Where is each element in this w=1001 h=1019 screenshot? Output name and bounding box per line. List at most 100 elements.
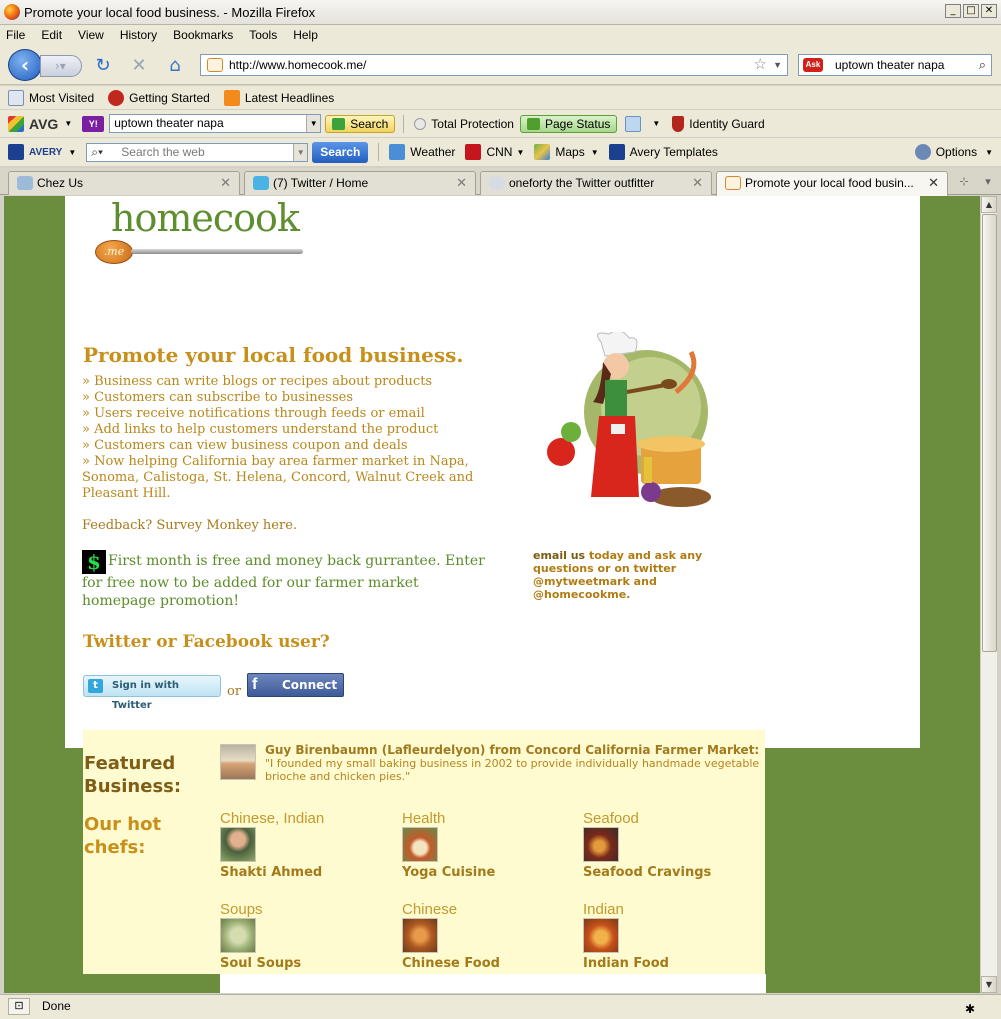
chef-name[interactable]: Indian Food: [583, 956, 763, 971]
bookmark-star-icon[interactable]: ☆: [754, 55, 767, 75]
all-tabs-icon[interactable]: ▾: [976, 171, 1000, 195]
chef-photo[interactable]: [402, 918, 438, 953]
chef-photo[interactable]: [583, 827, 619, 862]
yahoo-icon[interactable]: Y!: [82, 115, 105, 132]
tab-oneforty[interactable]: oneforty the Twitter outfitter ✕: [480, 171, 712, 195]
search-box[interactable]: Ask uptown theater napa ⌕: [798, 54, 992, 76]
bookmarks-folder-icon: [8, 89, 24, 106]
featured-avatar[interactable]: [220, 744, 256, 780]
menu-history[interactable]: History: [120, 28, 157, 42]
bookmark-getting-started[interactable]: Getting Started: [108, 89, 210, 106]
menu-bookmarks[interactable]: Bookmarks: [173, 28, 233, 42]
maximize-button[interactable]: □: [963, 4, 979, 18]
chef-name[interactable]: Seafood Cravings: [583, 865, 763, 880]
tab-twitter-home[interactable]: (7) Twitter / Home ✕: [244, 171, 476, 195]
chef-name[interactable]: Shakti Ahmed: [220, 865, 400, 880]
total-protection-button[interactable]: Total Protection: [414, 117, 514, 131]
page-status-button[interactable]: Page Status: [519, 114, 618, 133]
bookmark-latest-headlines[interactable]: Latest Headlines: [223, 89, 334, 106]
chef-card[interactable]: Chinese Chinese Food: [402, 901, 582, 971]
web-search-input[interactable]: ⌕▾ Search the web ▼: [86, 142, 309, 162]
url-bar[interactable]: http://www.homecook.me/ ☆ ▼: [200, 54, 788, 76]
chef-category[interactable]: Health: [402, 810, 582, 827]
avg-dropdown-icon[interactable]: ▼: [64, 119, 72, 128]
web-search-dropdown-icon[interactable]: ▼: [293, 143, 308, 161]
menu-tools[interactable]: Tools: [249, 28, 277, 42]
ask-toolbar: AVERY ▼ ⌕▾ Search the web ▼ Search Weath…: [0, 138, 1001, 166]
chef-category[interactable]: Indian: [583, 901, 763, 918]
reload-icon[interactable]: ↻: [92, 55, 114, 77]
menu-edit[interactable]: Edit: [41, 28, 62, 42]
chef-card[interactable]: Health Yoga Cuisine: [402, 810, 582, 880]
scroll-down-icon[interactable]: ▼: [981, 976, 997, 993]
tab-favicon-icon: [17, 176, 33, 190]
chef-photo[interactable]: [402, 827, 438, 862]
homecook-logo[interactable]: homecook .me: [95, 196, 305, 266]
feedback-link[interactable]: Feedback? Survey Monkey here.: [82, 518, 297, 533]
chef-photo[interactable]: [583, 918, 619, 953]
chef-photo[interactable]: [220, 918, 256, 953]
cnn-button[interactable]: CNN ▼: [465, 144, 524, 160]
menu-file[interactable]: File: [6, 28, 25, 42]
chef-name[interactable]: Chinese Food: [402, 956, 582, 971]
avg-search-button[interactable]: Search: [325, 114, 396, 133]
maps-button[interactable]: Maps ▼: [534, 144, 599, 160]
close-window-button[interactable]: ✕: [981, 4, 997, 18]
vertical-scrollbar[interactable]: ▲ ▼: [980, 196, 997, 993]
facebook-connect-button[interactable]: f Connect: [247, 673, 344, 697]
chef-card[interactable]: Soups Soul Soups: [220, 901, 400, 971]
tab-list-icon[interactable]: ⊹: [952, 171, 976, 195]
web-page: homecook .me Promote your local food bus…: [4, 196, 980, 993]
close-tab-icon[interactable]: ✕: [928, 172, 939, 194]
chef-photo[interactable]: [220, 827, 256, 862]
identity-guard-button[interactable]: Identity Guard: [672, 115, 765, 132]
email-link[interactable]: email us: [533, 549, 585, 562]
avg-options-menu[interactable]: ▼: [625, 115, 660, 132]
tab-chez-us[interactable]: Chez Us ✕: [8, 171, 240, 195]
chef-category[interactable]: Chinese: [402, 901, 582, 918]
chef-name[interactable]: Soul Soups: [220, 956, 400, 971]
forward-button[interactable]: ›▾: [40, 55, 82, 77]
chef-card[interactable]: Chinese, Indian Shakti Ahmed: [220, 810, 400, 880]
close-tab-icon[interactable]: ✕: [692, 172, 703, 194]
bookmark-most-visited[interactable]: Most Visited: [8, 89, 94, 106]
avery-dropdown-icon[interactable]: ▼: [68, 148, 76, 157]
close-tab-icon[interactable]: ✕: [456, 172, 467, 194]
chef-card[interactable]: Indian Indian Food: [583, 901, 763, 971]
cnn-icon: [465, 144, 482, 160]
scroll-thumb[interactable]: [982, 214, 997, 652]
feature-item: » Customers can subscribe to businesses: [82, 390, 354, 405]
close-tab-icon[interactable]: ✕: [220, 172, 231, 194]
home-icon[interactable]: ⌂: [164, 55, 186, 77]
tab-homecook-active[interactable]: Promote your local food busin... ✕: [716, 171, 948, 196]
addon-icon[interactable]: ✱: [961, 998, 979, 1016]
chef-name[interactable]: Yoga Cuisine: [402, 865, 582, 880]
back-button[interactable]: ‹: [8, 49, 42, 81]
avg-menu-icon: [625, 115, 642, 132]
url-dropdown-icon[interactable]: ▼: [773, 55, 782, 75]
search-icon[interactable]: ⌕: [979, 55, 986, 75]
logo-text: homecook: [111, 196, 300, 240]
avg-icon: [8, 115, 24, 132]
avg-search-dropdown-icon[interactable]: ▼: [306, 115, 321, 132]
menu-help[interactable]: Help: [293, 28, 318, 42]
featured-business-name[interactable]: Guy Birenbaumn (Lafleurdelyon) from Conc…: [265, 743, 759, 757]
minimize-button[interactable]: _: [945, 4, 961, 18]
chef-card[interactable]: Seafood Seafood Cravings: [583, 810, 763, 880]
avg-search-input[interactable]: uptown theater napa ▼: [109, 114, 322, 133]
sign-in-with-twitter-button[interactable]: t Sign in with Twitter: [83, 675, 221, 711]
ask-search-button[interactable]: Search: [312, 141, 369, 163]
menu-view[interactable]: View: [78, 28, 104, 42]
stop-icon[interactable]: ✕: [128, 55, 150, 77]
avg-logo[interactable]: AVG ▼: [8, 115, 72, 132]
weather-button[interactable]: Weather: [389, 144, 455, 160]
ask-engine-icon[interactable]: Ask: [803, 58, 823, 72]
chef-category[interactable]: Seafood: [583, 810, 763, 827]
chef-category[interactable]: Chinese, Indian: [220, 810, 400, 827]
status-icon[interactable]: ⊡: [8, 998, 30, 1015]
scroll-up-icon[interactable]: ▲: [981, 196, 997, 213]
chef-category[interactable]: Soups: [220, 901, 400, 918]
options-button[interactable]: Options ▼: [914, 144, 993, 160]
avery-logo[interactable]: AVERY ▼: [8, 144, 76, 160]
avery-templates-button[interactable]: Avery Templates: [608, 144, 718, 160]
